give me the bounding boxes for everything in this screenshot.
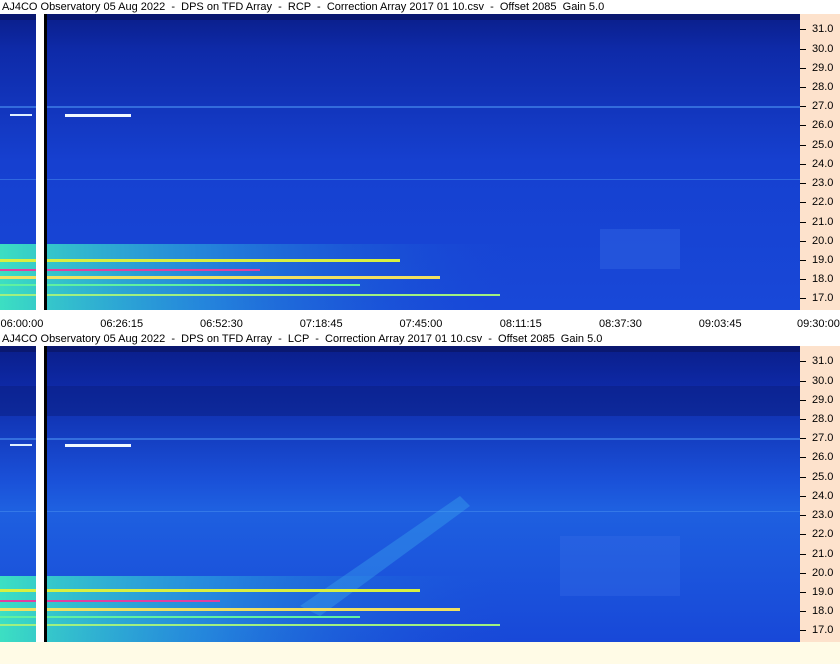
time-tick-label: 06:00:00 (0, 318, 44, 330)
time-tick-label: 09:03:45 (698, 318, 742, 330)
frequency-tick (800, 515, 806, 517)
time-tick-label: 09:30:00 (797, 318, 840, 330)
frequency-tick (800, 163, 806, 165)
frequency-tick (800, 534, 806, 536)
frequency-tick (800, 29, 806, 31)
frequency-tick-label: 28.0 (812, 81, 834, 94)
rcp-panel: 31.0 30.0 29.0 28.0 27.0 26.0 25.0 24.0 23.0 22.0… (0, 14, 840, 310)
frequency-tick-label: 31.0 (812, 23, 834, 36)
frequency-tick-label: 24.0 (812, 489, 834, 502)
frequency-tick (800, 572, 806, 574)
frequency-tick (800, 361, 806, 363)
time-tick-label: 06:26:15 (100, 318, 144, 330)
lcp-title: AJ4CO Observatory 05 Aug 2022 - DPS on T… (2, 333, 603, 345)
frequency-tick-label: 27.0 (812, 100, 834, 113)
frequency-tick (800, 144, 806, 146)
frequency-tick-label: 24.0 (812, 157, 834, 170)
frequency-tick (800, 67, 806, 69)
frequency-tick (800, 48, 806, 50)
frequency-tick-label: 30.0 (812, 374, 834, 387)
frequency-tick (800, 240, 806, 242)
bottom-strip (0, 642, 840, 664)
frequency-tick-label: 26.0 (812, 451, 834, 464)
time-tick-label: 07:45:00 (399, 318, 443, 330)
frequency-tick (800, 419, 806, 421)
frequency-tick-label: 22.0 (812, 528, 834, 541)
frequency-tick (800, 125, 806, 127)
frequency-tick (800, 183, 806, 185)
frequency-tick-label: 25.0 (812, 138, 834, 151)
time-tick-label: 08:11:15 (499, 318, 542, 330)
frequency-tick (800, 611, 806, 613)
lcp-spectrogram (0, 346, 800, 642)
frequency-tick-label: 27.0 (812, 432, 834, 445)
frequency-tick-label: 19.0 (812, 254, 834, 267)
rcp-title: AJ4CO Observatory 05 Aug 2022 - DPS on T… (2, 1, 605, 13)
frequency-tick (800, 476, 806, 478)
frequency-tick-label: 29.0 (812, 61, 834, 74)
frequency-tick (800, 106, 806, 108)
frequency-tick (800, 592, 806, 594)
frequency-tick (800, 298, 806, 300)
frequency-tick (800, 495, 806, 497)
frequency-tick (800, 630, 806, 632)
frequency-tick (800, 279, 806, 281)
frequency-tick-label: 30.0 (812, 42, 834, 55)
frequency-tick-label: 21.0 (812, 215, 834, 228)
frequency-tick (800, 553, 806, 555)
frequency-tick (800, 87, 806, 89)
frequency-tick-label: 28.0 (812, 413, 834, 426)
frequency-tick-label: 26.0 (812, 119, 834, 132)
frequency-tick-label: 23.0 (812, 509, 834, 522)
frequency-tick (800, 260, 806, 262)
frequency-tick-label: 17.0 (812, 292, 834, 305)
lcp-panel: 31.0 30.0 29.0 28.0 27.0 26.0 25.0 24.0 23.0 22.0… (0, 346, 840, 642)
frequency-tick (800, 457, 806, 459)
frequency-tick-label: 21.0 (812, 547, 834, 560)
lcp-frequency-axis: 31.0 30.0 29.0 28.0 27.0 26.0 25.0 24.0 23.0 22.0… (800, 346, 840, 642)
frequency-tick-label: 17.0 (812, 624, 834, 637)
frequency-tick (800, 399, 806, 401)
frequency-tick-label: 19.0 (812, 586, 834, 599)
frequency-tick-label: 29.0 (812, 393, 834, 406)
frequency-tick (800, 202, 806, 204)
frequency-tick (800, 438, 806, 440)
time-tick-label: 08:37:30 (599, 318, 642, 330)
frequency-tick-label: 18.0 (812, 605, 834, 618)
frequency-tick-label: 20.0 (812, 234, 834, 247)
frequency-tick-label: 23.0 (812, 177, 834, 190)
frequency-tick-label: 20.0 (812, 566, 834, 579)
time-tick-label: 06:52:30 (200, 318, 243, 330)
rcp-spectrogram (0, 14, 800, 310)
frequency-tick-label: 31.0 (812, 355, 834, 368)
frequency-tick-label: 25.0 (812, 470, 834, 483)
frequency-tick-label: 22.0 (812, 196, 834, 209)
rcp-frequency-axis: 31.0 30.0 29.0 28.0 27.0 26.0 25.0 24.0 23.0 22.0… (800, 14, 840, 310)
frequency-tick-label: 18.0 (812, 273, 834, 286)
time-tick-label: 07:18:45 (299, 318, 343, 330)
frequency-tick (800, 380, 806, 382)
rcp-time-axis: 06:00:00 06:26:15 06:52:30 07:18:45 07:45:00… (0, 310, 840, 332)
frequency-tick (800, 221, 806, 223)
